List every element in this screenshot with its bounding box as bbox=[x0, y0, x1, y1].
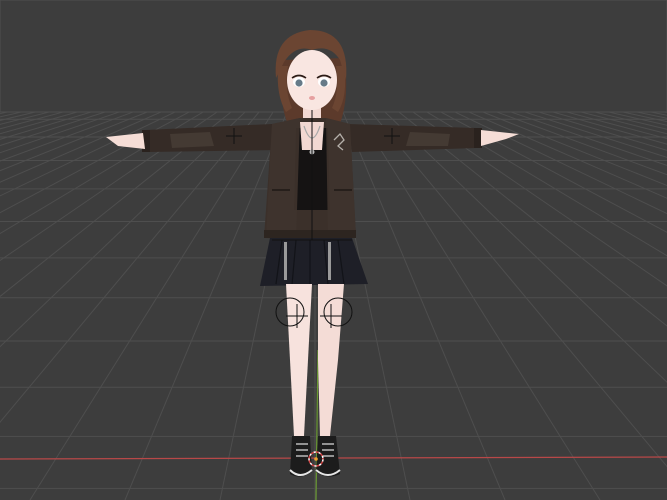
skirt-strap-right bbox=[328, 242, 331, 280]
mouth bbox=[309, 96, 315, 100]
jacket-hem bbox=[264, 230, 356, 238]
sleeve-pattern-right bbox=[406, 132, 450, 146]
sleeve-pattern-left bbox=[170, 132, 214, 148]
3d-viewport[interactable] bbox=[0, 0, 667, 500]
skirt-strap-left bbox=[284, 242, 287, 280]
viewport-scene[interactable] bbox=[0, 0, 667, 500]
right-cuff bbox=[474, 128, 482, 148]
left-iris bbox=[295, 79, 303, 87]
right-iris bbox=[320, 79, 328, 87]
